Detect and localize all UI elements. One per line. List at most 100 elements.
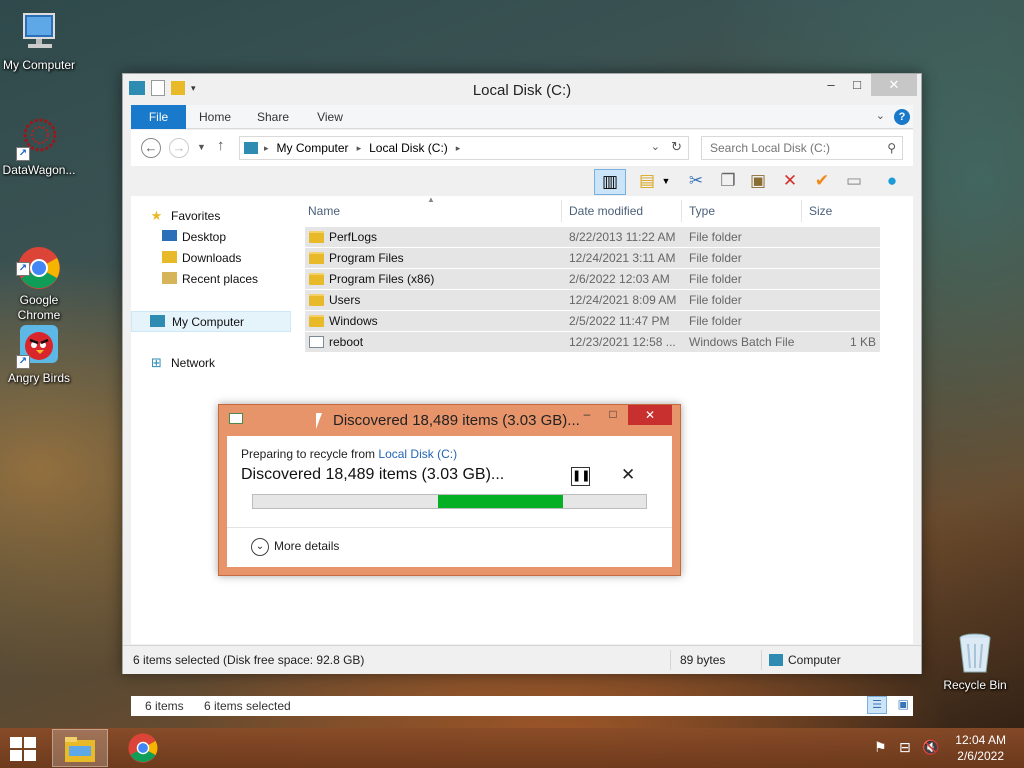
expand-ribbon-icon[interactable]: ⌄ (876, 109, 885, 122)
help-icon[interactable]: ? (894, 109, 910, 125)
folder-icon (309, 273, 324, 285)
network-icon: ⊞ (151, 355, 162, 370)
file-row[interactable]: reboot 12/23/2021 12:58 ... Windows Batch … (305, 332, 880, 353)
rename-icon[interactable]: ▭ (841, 169, 867, 193)
maximize-button[interactable]: □ (843, 74, 871, 96)
breadcrumb-separator-icon[interactable]: ▸ (357, 143, 362, 154)
close-button[interactable]: ✕ (871, 74, 917, 96)
dialog-body: Preparing to recycle from Local Disk (C:… (227, 436, 672, 567)
volume-muted-icon[interactable]: 🔇 (922, 739, 939, 756)
system-clock[interactable]: 12:04 AM 2/6/2022 (955, 732, 1006, 764)
address-bar[interactable]: ▸ My Computer ▸ Local Disk (C:) ▸ ⌄ ↻ (239, 136, 689, 160)
dialog-close-button[interactable]: ✕ (628, 405, 672, 425)
file-row[interactable]: Windows 2/5/2022 11:47 PM File folder (305, 311, 880, 332)
refresh-icon[interactable]: ↻ (671, 139, 682, 155)
dialog-title: Discovered 18,489 items (3.03 GB)... (333, 412, 580, 429)
back-button[interactable]: ← (141, 138, 161, 158)
start-button[interactable] (10, 737, 38, 761)
up-button[interactable]: ↑ (217, 137, 225, 154)
file-row[interactable]: PerfLogs 8/22/2013 11:22 AM File folder (305, 227, 880, 248)
computer-small-icon (150, 315, 165, 327)
breadcrumb-my-computer[interactable]: My Computer (277, 141, 349, 155)
tab-file[interactable]: File (131, 105, 186, 129)
star-icon: ★ (150, 208, 163, 223)
paste-icon[interactable]: ▣ (745, 169, 771, 193)
folder-icon (309, 294, 324, 306)
desktop-icon-my-computer[interactable]: My Computer (0, 10, 78, 73)
search-box[interactable]: ⚲ (701, 136, 903, 160)
folder-options-dropdown-icon[interactable]: ▼ (659, 169, 673, 193)
globe-icon[interactable]: ● (879, 169, 905, 193)
nav-favorites[interactable]: ★ Favorites (131, 206, 291, 227)
desktop-icon-angry-birds[interactable]: ↗ Angry Birds (0, 323, 78, 386)
file-name: reboot (329, 335, 364, 349)
file-date: 2/5/2022 11:47 PM (569, 314, 670, 328)
desktop-icon-label: Google Chrome (17, 293, 61, 322)
breadcrumb-separator-icon[interactable]: ▸ (456, 143, 461, 154)
clock-date: 2/6/2022 (957, 749, 1004, 763)
mouse-cursor (316, 413, 328, 429)
nav-recent-places[interactable]: Recent places (131, 269, 291, 290)
desktop-icon-datawagon[interactable]: ↗ DataWagon... (0, 115, 78, 178)
pause-button[interactable]: ❚❚ (571, 467, 590, 486)
nav-desktop[interactable]: Desktop (131, 227, 291, 248)
source-link[interactable]: Local Disk (C:) (378, 447, 457, 461)
network-tray-icon[interactable]: ⊟ (899, 739, 911, 756)
properties-check-icon[interactable]: ✔ (809, 169, 835, 193)
folder-icon (309, 252, 324, 264)
search-input[interactable] (710, 141, 880, 155)
minimize-button[interactable]: – (817, 74, 845, 96)
tab-share[interactable]: Share (252, 105, 294, 129)
ribbon-tabs: File Home Share View ⌄ ? (131, 105, 913, 129)
action-center-flag-icon[interactable]: ⚑ (874, 739, 887, 756)
status-selection-info: 6 items selected (Disk free space: 92.8 … (133, 653, 365, 667)
file-type: File folder (689, 272, 742, 286)
details-view-icon[interactable]: ☰ (867, 696, 887, 714)
file-type: File folder (689, 293, 742, 307)
forward-button[interactable]: → (169, 138, 189, 158)
column-header-name[interactable]: Name (308, 204, 340, 218)
desktop-folder-icon (162, 230, 177, 241)
file-type: File folder (689, 251, 742, 265)
search-icon[interactable]: ⚲ (887, 137, 896, 159)
command-toolbar: ▥ ▤ ▼ ✂ ❐ ▣ ✕ ✔ ▭ ● (131, 166, 913, 196)
folder-options-icon[interactable]: ▤ (634, 169, 660, 193)
file-name: Program Files (x86) (329, 272, 435, 286)
more-details-toggle[interactable]: ⌄ More details (251, 538, 339, 556)
desktop-icon-label: DataWagon... (2, 163, 76, 177)
cut-icon[interactable]: ✂ (683, 169, 709, 193)
tab-view[interactable]: View (311, 105, 349, 129)
angry-birds-icon: ↗ (16, 323, 62, 369)
title-bar[interactable]: ▾ Local Disk (C:) – □ ✕ (123, 74, 921, 104)
taskbar-file-explorer[interactable] (52, 729, 108, 767)
taskbar-google-chrome[interactable] (115, 729, 171, 767)
nav-downloads[interactable]: Downloads (131, 248, 291, 269)
column-header-type[interactable]: Type (689, 204, 715, 218)
desktop-icon-recycle-bin[interactable]: Recycle Bin (936, 630, 1014, 693)
nav-my-computer[interactable]: My Computer (131, 311, 291, 332)
breadcrumb-separator-icon[interactable]: ▸ (264, 143, 269, 154)
desktop-icon-google-chrome[interactable]: ↗ Google Chrome (0, 215, 78, 323)
recent-locations-icon[interactable]: ▼ (197, 142, 206, 152)
file-row[interactable]: Program Files (x86) 2/6/2022 12:03 AM File… (305, 269, 880, 290)
chrome-icon: ↗ (16, 230, 62, 289)
address-dropdown-icon[interactable]: ⌄ (651, 140, 660, 153)
tab-home[interactable]: Home (195, 105, 235, 129)
nav-network[interactable]: ⊞ Network (131, 353, 291, 374)
large-icons-view-icon[interactable]: ▣ (898, 697, 909, 711)
navigation-bar: ← → ▼ ↑ ▸ My Computer ▸ Local Disk (C:) … (131, 130, 913, 166)
column-header-date[interactable]: Date modified (569, 204, 643, 218)
clock-time: 12:04 AM (955, 733, 1006, 747)
dialog-minimize-button[interactable]: – (574, 406, 600, 424)
desktop-icon-label: My Computer (2, 58, 76, 72)
breadcrumb-local-disk[interactable]: Local Disk (C:) (369, 141, 448, 155)
preview-pane-icon[interactable]: ▥ (594, 169, 626, 195)
copy-icon[interactable]: ❐ (715, 169, 741, 193)
cancel-button[interactable]: ✕ (621, 466, 635, 484)
file-row[interactable]: Program Files 12/24/2021 3:11 AM File fold… (305, 248, 880, 269)
dialog-maximize-button[interactable]: □ (600, 406, 626, 424)
file-row[interactable]: Users 12/24/2021 8:09 AM File folder (305, 290, 880, 311)
dialog-app-icon (229, 413, 243, 424)
column-header-size[interactable]: Size (809, 204, 832, 218)
delete-icon[interactable]: ✕ (777, 169, 803, 193)
